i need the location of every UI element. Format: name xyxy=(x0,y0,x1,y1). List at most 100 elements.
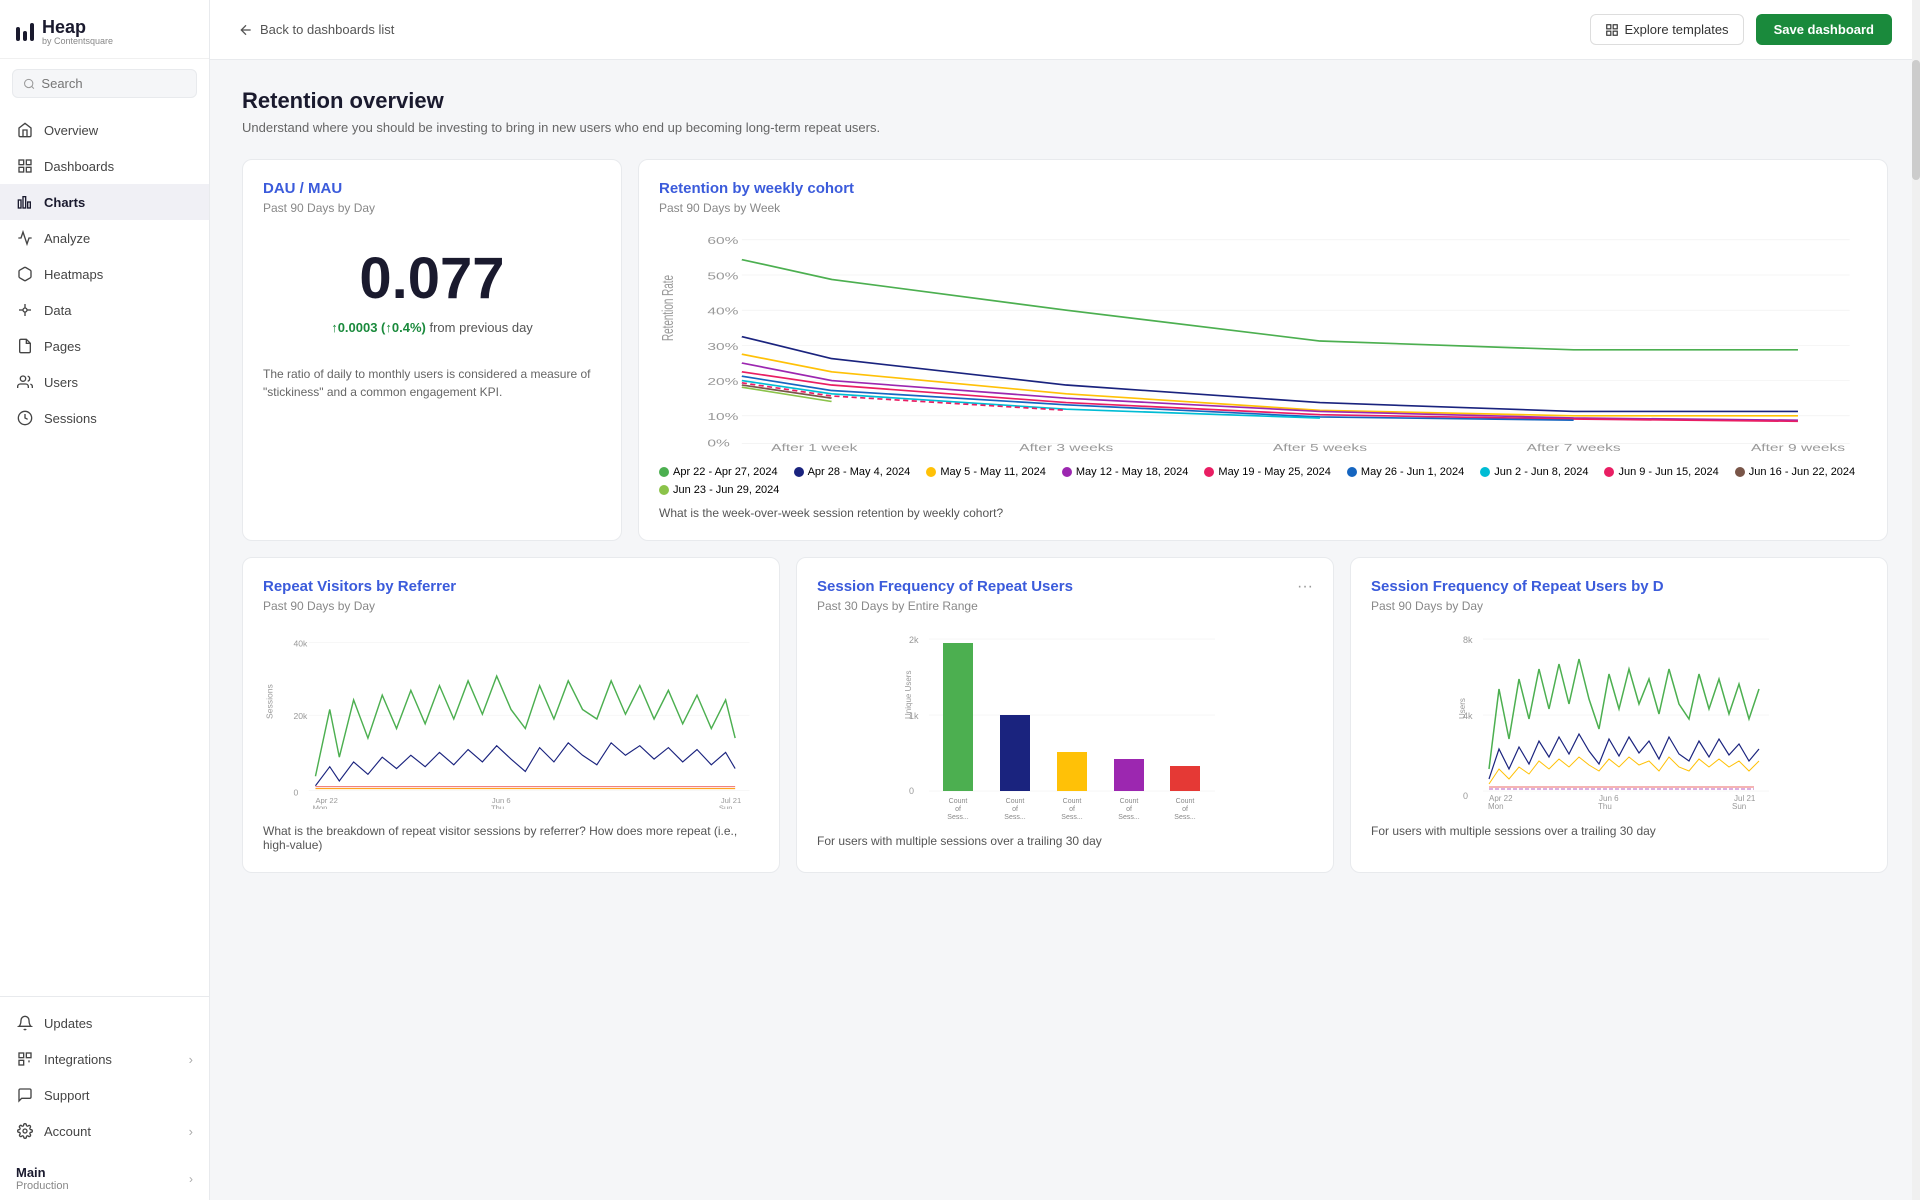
session-freq-b-title: Session Frequency of Repeat Users by D xyxy=(1371,578,1867,595)
session-frequency-b-card: Session Frequency of Repeat Users by D P… xyxy=(1350,557,1888,873)
legend-dot xyxy=(659,467,669,477)
legend-item: Apr 28 - May 4, 2024 xyxy=(794,466,911,478)
bar xyxy=(943,643,973,791)
legend-label: Jun 16 - Jun 22, 2024 xyxy=(1749,466,1855,478)
back-label: Back to dashboards list xyxy=(260,22,394,37)
workspace-selector[interactable]: Main Production › xyxy=(0,1157,209,1200)
svg-text:Count: Count xyxy=(949,798,968,805)
search-input[interactable] xyxy=(41,76,186,91)
dau-mau-change: ↑0.0003 (↑0.4%) from previous day xyxy=(263,320,601,335)
repeat-visitors-desc: What is the breakdown of repeat visitor … xyxy=(263,824,759,852)
chart-icon xyxy=(16,193,34,211)
legend-item: May 26 - Jun 1, 2024 xyxy=(1347,466,1464,478)
main-content: Back to dashboards list Explore template… xyxy=(210,0,1920,1200)
svg-text:After 1 week: After 1 week xyxy=(771,442,858,451)
svg-text:0: 0 xyxy=(1463,791,1468,801)
legend-dot xyxy=(1480,467,1490,477)
top-bar-actions: Explore templates Save dashboard xyxy=(1590,14,1893,45)
legend-dot xyxy=(794,467,804,477)
retention-subtitle: Past 90 Days by Week xyxy=(659,201,1867,215)
svg-text:Sess...: Sess... xyxy=(947,814,968,819)
sidebar-item-support[interactable]: Support xyxy=(0,1077,209,1113)
svg-text:60%: 60% xyxy=(707,235,739,246)
svg-text:Unique Users: Unique Users xyxy=(904,671,913,719)
legend-label: May 5 - May 11, 2024 xyxy=(940,466,1046,478)
explore-label: Explore templates xyxy=(1625,22,1729,37)
sidebar-item-users[interactable]: Users xyxy=(0,364,209,400)
session-freq-desc: For users with multiple sessions over a … xyxy=(817,834,1313,848)
users-icon xyxy=(16,373,34,391)
svg-text:40%: 40% xyxy=(707,305,739,316)
more-options-button[interactable]: ··· xyxy=(1297,578,1313,596)
session-freq-title: Session Frequency of Repeat Users xyxy=(817,578,1073,595)
sidebar-item-label: Dashboards xyxy=(44,159,114,174)
cards-row-1: DAU / MAU Past 90 Days by Day 0.077 ↑0.0… xyxy=(242,159,1888,541)
svg-text:Sess...: Sess... xyxy=(1174,814,1195,819)
legend-item: Jun 23 - Jun 29, 2024 xyxy=(659,484,779,496)
sessions-icon xyxy=(16,409,34,427)
legend-label: Jun 23 - Jun 29, 2024 xyxy=(673,484,779,496)
app-tagline: by Contentsquare xyxy=(42,36,113,46)
legend-item: Jun 16 - Jun 22, 2024 xyxy=(1735,466,1855,478)
svg-text:Count: Count xyxy=(1006,798,1025,805)
session-freq-subtitle: Past 30 Days by Entire Range xyxy=(817,599,1073,613)
sidebar-item-heatmaps[interactable]: Heatmaps xyxy=(0,256,209,292)
legend-item: Jun 9 - Jun 15, 2024 xyxy=(1604,466,1718,478)
sidebar-item-label: Overview xyxy=(44,123,98,138)
legend-dot xyxy=(1204,467,1214,477)
sidebar-item-label: Pages xyxy=(44,339,81,354)
svg-text:Sess...: Sess... xyxy=(1118,814,1139,819)
workspace-name: Main xyxy=(16,1165,69,1180)
pages-icon xyxy=(16,337,34,355)
svg-text:10%: 10% xyxy=(707,411,739,422)
svg-text:30%: 30% xyxy=(707,341,739,352)
sidebar-item-analyze[interactable]: Analyze xyxy=(0,220,209,256)
sidebar-item-sessions[interactable]: Sessions xyxy=(0,400,209,436)
legend-dot xyxy=(926,467,936,477)
svg-text:40k: 40k xyxy=(294,639,309,649)
save-label: Save dashboard xyxy=(1774,22,1874,37)
legend-dot xyxy=(1735,467,1745,477)
retention-chart: 60% 50% 40% 30% 20% 10% 0% Retention Rat… xyxy=(659,231,1867,451)
save-dashboard-button[interactable]: Save dashboard xyxy=(1756,14,1892,45)
dau-mau-subtitle: Past 90 Days by Day xyxy=(263,201,601,215)
sidebar-item-account[interactable]: Account › xyxy=(0,1113,209,1149)
session-freq-b-desc: For users with multiple sessions over a … xyxy=(1371,824,1867,838)
search-box[interactable] xyxy=(12,69,197,98)
session-frequency-b-chart: 8k 4k 0 Users Apr 22 Mon Jun 6 Thu Jul 2… xyxy=(1371,629,1867,809)
sidebar-item-updates[interactable]: Updates xyxy=(0,1005,209,1041)
sidebar-item-pages[interactable]: Pages xyxy=(0,328,209,364)
legend-dot xyxy=(1347,467,1357,477)
scrollbar-thumb[interactable] xyxy=(1912,60,1920,180)
back-button[interactable]: Back to dashboards list xyxy=(238,22,394,38)
svg-text:0: 0 xyxy=(909,786,914,796)
sidebar-bottom: Updates Integrations › Support xyxy=(0,996,209,1157)
chevron-right-icon: › xyxy=(189,1124,193,1139)
arrow-left-icon xyxy=(238,22,254,38)
svg-text:of: of xyxy=(1182,806,1188,813)
explore-templates-button[interactable]: Explore templates xyxy=(1590,14,1744,45)
svg-text:Count: Count xyxy=(1120,798,1139,805)
session-frequency-card: Session Frequency of Repeat Users Past 3… xyxy=(796,557,1334,873)
session-frequency-chart: 2k 1k 0 Unique Users xyxy=(817,629,1313,819)
scrollbar-track[interactable] xyxy=(1912,0,1920,1200)
sidebar-item-integrations[interactable]: Integrations › xyxy=(0,1041,209,1077)
chevron-right-icon: › xyxy=(189,1052,193,1067)
analyze-icon xyxy=(16,229,34,247)
svg-text:20k: 20k xyxy=(294,711,309,721)
chevron-right-icon: › xyxy=(189,1172,193,1186)
page-description: Understand where you should be investing… xyxy=(242,120,1888,135)
repeat-visitors-subtitle: Past 90 Days by Day xyxy=(263,599,759,613)
sidebar-item-charts[interactable]: Charts xyxy=(0,184,209,220)
repeat-visitors-title: Repeat Visitors by Referrer xyxy=(263,578,759,595)
repeat-visitors-card: Repeat Visitors by Referrer Past 90 Days… xyxy=(242,557,780,873)
sidebar-item-overview[interactable]: Overview xyxy=(0,112,209,148)
sidebar-item-label: Analyze xyxy=(44,231,90,246)
svg-text:Mon: Mon xyxy=(1488,802,1504,809)
workspace-sub: Production xyxy=(16,1180,69,1192)
sidebar-item-label: Charts xyxy=(44,195,85,210)
svg-text:of: of xyxy=(1126,806,1132,813)
svg-text:After 7 weeks: After 7 weeks xyxy=(1527,442,1622,451)
sidebar-item-data[interactable]: Data xyxy=(0,292,209,328)
sidebar-item-dashboards[interactable]: Dashboards xyxy=(0,148,209,184)
